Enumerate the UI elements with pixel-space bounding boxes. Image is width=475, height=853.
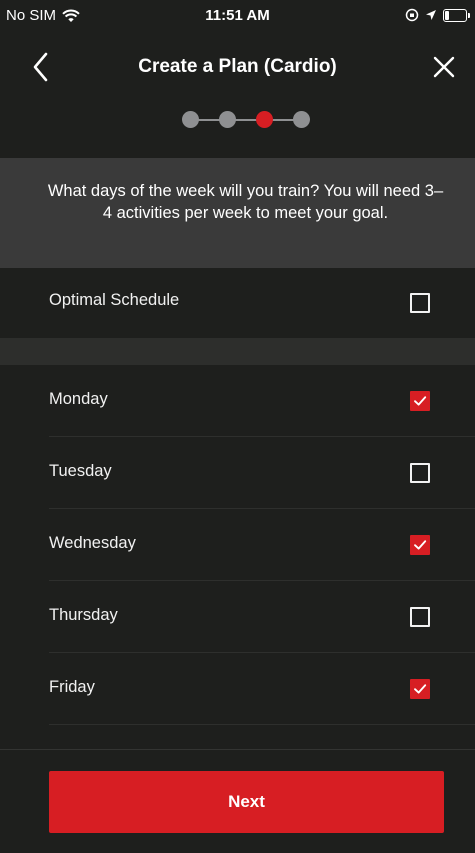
optimal-schedule-row[interactable]: Optimal Schedule bbox=[0, 268, 475, 338]
day-checkbox-friday[interactable] bbox=[410, 679, 430, 699]
day-row-monday[interactable]: Monday bbox=[0, 365, 475, 437]
close-icon bbox=[433, 56, 455, 78]
day-row-tuesday[interactable]: Tuesday bbox=[0, 437, 475, 509]
orientation-lock-icon bbox=[405, 8, 419, 22]
next-button[interactable]: Next bbox=[49, 771, 444, 833]
day-list: Monday Tuesday Wednesday Thursday Friday bbox=[0, 365, 475, 725]
step-dot bbox=[256, 111, 273, 128]
instruction-text: What days of the week will you train? Yo… bbox=[47, 182, 444, 222]
battery-icon bbox=[443, 8, 470, 22]
day-label: Wednesday bbox=[49, 534, 136, 552]
day-checkbox-thursday[interactable] bbox=[410, 607, 430, 627]
day-row-friday[interactable]: Friday bbox=[0, 653, 475, 725]
optimal-schedule-checkbox[interactable] bbox=[410, 293, 430, 313]
day-label: Monday bbox=[49, 390, 108, 408]
day-checkbox-wednesday[interactable] bbox=[410, 535, 430, 555]
checkmark-icon bbox=[414, 684, 427, 694]
close-button[interactable] bbox=[429, 52, 459, 82]
status-right bbox=[405, 8, 470, 22]
footer-divider bbox=[0, 749, 475, 750]
status-bar: No SIM 11:51 AM bbox=[0, 0, 475, 34]
stepper-line bbox=[190, 119, 302, 121]
step-dot bbox=[182, 111, 199, 128]
nav-bar: Create a Plan (Cardio) bbox=[0, 34, 475, 98]
row-divider bbox=[49, 724, 475, 725]
step-dot bbox=[219, 111, 236, 128]
instruction-banner: What days of the week will you train? Yo… bbox=[0, 158, 475, 268]
checkmark-icon bbox=[414, 396, 427, 406]
day-label: Tuesday bbox=[49, 462, 112, 480]
optimal-schedule-label: Optimal Schedule bbox=[49, 291, 180, 309]
day-label: Friday bbox=[49, 678, 95, 696]
checkmark-icon bbox=[414, 540, 427, 550]
day-row-thursday[interactable]: Thursday bbox=[0, 581, 475, 653]
day-checkbox-monday[interactable] bbox=[410, 391, 430, 411]
section-separator bbox=[0, 338, 475, 365]
location-icon bbox=[426, 10, 436, 20]
step-dot bbox=[293, 111, 310, 128]
status-time: 11:51 AM bbox=[205, 7, 270, 24]
page-title: Create a Plan (Cardio) bbox=[138, 56, 337, 77]
progress-stepper bbox=[182, 111, 310, 129]
day-row-wednesday[interactable]: Wednesday bbox=[0, 509, 475, 581]
day-label: Thursday bbox=[49, 606, 118, 624]
day-checkbox-tuesday[interactable] bbox=[410, 463, 430, 483]
